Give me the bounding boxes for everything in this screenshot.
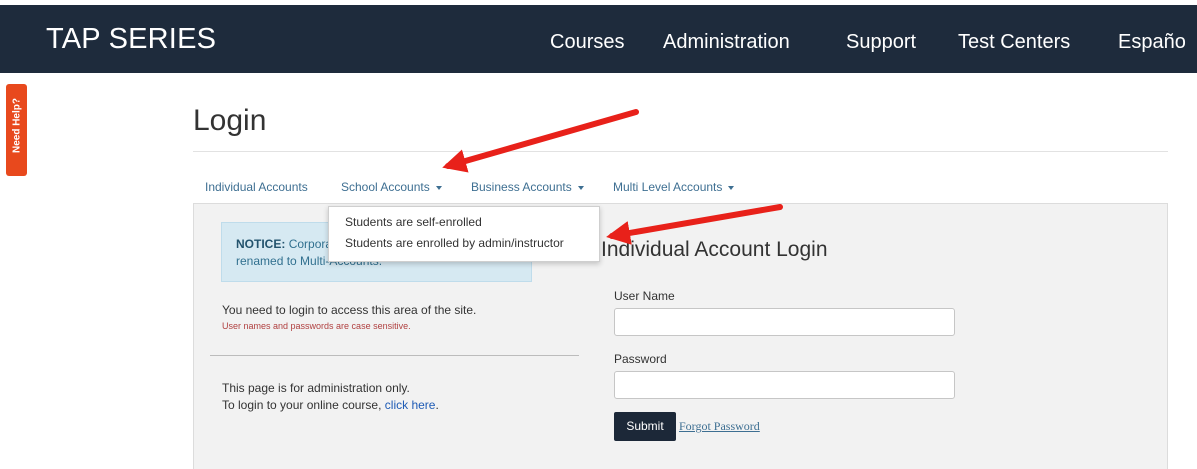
tab-label: Business Accounts (471, 180, 572, 194)
online-course-text: To login to your online course, click he… (222, 398, 439, 412)
password-input[interactable] (614, 371, 955, 399)
password-label: Password (614, 352, 667, 366)
forgot-password-link[interactable]: Forgot Password (679, 419, 760, 434)
nav-espanol[interactable]: Españo (1118, 31, 1186, 54)
username-label: User Name (614, 289, 675, 303)
tab-label: Individual Accounts (205, 180, 308, 194)
tab-individual-accounts[interactable]: Individual Accounts (205, 180, 308, 194)
tab-business-accounts[interactable]: Business Accounts (471, 180, 584, 194)
brand-logo[interactable]: TAP SERIES (46, 23, 216, 56)
dropdown-item-self-enrolled[interactable]: Students are self-enrolled (345, 215, 482, 229)
caret-down-icon (728, 185, 735, 190)
tab-multi-level-accounts[interactable]: Multi Level Accounts (613, 180, 735, 194)
caret-down-icon (435, 185, 442, 190)
login-form-title: Individual Account Login (601, 238, 828, 261)
tab-label: Multi Level Accounts (613, 180, 723, 194)
notice-label: NOTICE: (236, 237, 286, 251)
school-accounts-dropdown: Students are self-enrolled Students are … (328, 206, 600, 262)
page-title: Login (193, 104, 267, 137)
top-navbar: TAP SERIES Courses Administration Suppor… (0, 5, 1197, 73)
nav-administration[interactable]: Administration (663, 31, 790, 54)
need-help-tab[interactable]: Need Help? (6, 84, 27, 176)
notice-text: Corpora (288, 237, 333, 251)
nav-support[interactable]: Support (846, 31, 916, 54)
login-required-text: You need to login to access this area of… (222, 303, 477, 317)
need-help-label: Need Help? (11, 98, 23, 154)
dropdown-item-admin-enrolled[interactable]: Students are enrolled by admin/instructo… (345, 236, 564, 250)
admin-only-text: This page is for administration only. (222, 381, 410, 395)
left-divider (210, 355, 579, 356)
submit-button[interactable]: Submit (614, 412, 676, 441)
course-prefix: To login to your online course, (222, 398, 382, 412)
tab-label: School Accounts (341, 180, 430, 194)
case-sensitive-note: User names and passwords are case sensit… (222, 321, 411, 331)
title-divider (193, 151, 1168, 152)
tab-school-accounts[interactable]: School Accounts (341, 180, 442, 194)
nav-courses[interactable]: Courses (550, 31, 624, 54)
caret-down-icon (577, 185, 584, 190)
username-input[interactable] (614, 308, 955, 336)
nav-test-centers[interactable]: Test Centers (958, 31, 1070, 54)
click-here-link[interactable]: click here (385, 398, 436, 412)
course-suffix: . (435, 398, 439, 412)
annotation-arrow-school-accounts (442, 109, 639, 173)
